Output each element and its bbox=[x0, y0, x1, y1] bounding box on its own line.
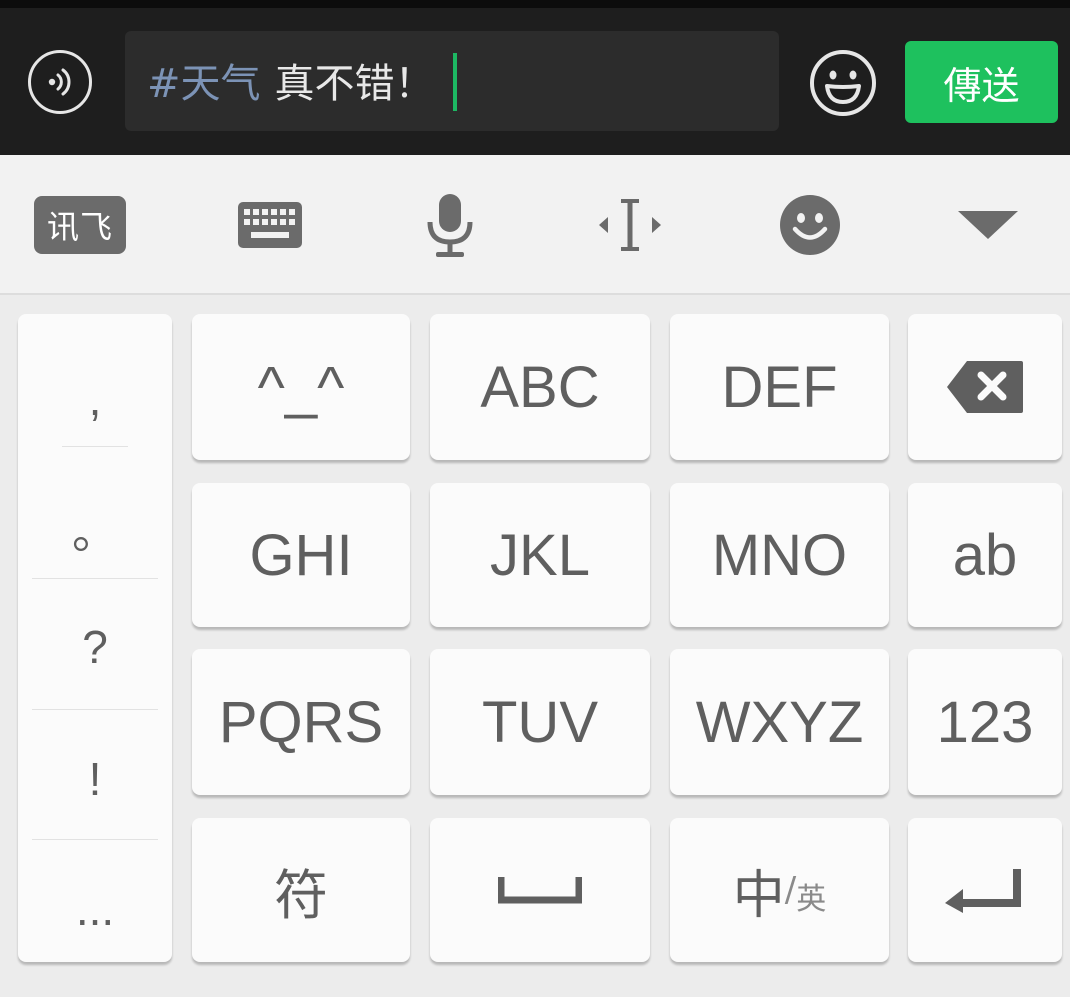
key-def[interactable]: DEF bbox=[670, 314, 889, 460]
backspace-key[interactable] bbox=[908, 314, 1062, 460]
voice-input-button[interactable] bbox=[420, 155, 480, 295]
lang-chinese-label: 中 bbox=[732, 865, 785, 926]
ime-brand-logo: 讯飞 bbox=[34, 196, 126, 254]
key-wxyz[interactable]: WXYZ bbox=[670, 649, 889, 795]
smiley-face-icon bbox=[810, 50, 876, 116]
microphone-icon bbox=[427, 194, 473, 257]
message-text: 真不错！ bbox=[274, 61, 435, 107]
enter-key[interactable] bbox=[908, 818, 1062, 962]
ime-brand-button[interactable]: 讯飞 bbox=[34, 155, 126, 295]
send-button[interactable]: 傳送 bbox=[905, 41, 1058, 123]
message-input[interactable]: #天气 真不错！ bbox=[125, 31, 779, 131]
punct-ellipsis-key[interactable]: ... bbox=[18, 854, 172, 964]
punctuation-column: , 。 ? ! ... bbox=[18, 314, 172, 962]
keyboard-icon bbox=[238, 202, 302, 248]
key-pqrs[interactable]: PQRS bbox=[192, 649, 410, 795]
key-mno[interactable]: MNO bbox=[670, 483, 889, 627]
punct-divider bbox=[32, 839, 158, 840]
voice-wave-icon bbox=[48, 68, 71, 96]
message-input-text: #天气 真不错！ bbox=[147, 53, 457, 115]
language-switch-key[interactable]: 中 / 英 bbox=[670, 818, 889, 962]
hashtag-text: #天气 bbox=[147, 61, 261, 107]
symbol-key[interactable]: 符 bbox=[192, 818, 410, 962]
punct-divider bbox=[32, 578, 158, 579]
punct-exclaim-key[interactable]: ! bbox=[18, 724, 172, 834]
punct-period-key[interactable]: 。 bbox=[18, 474, 172, 584]
text-caret bbox=[452, 53, 457, 111]
space-bar-icon bbox=[498, 877, 582, 904]
enter-return-icon bbox=[945, 869, 1021, 913]
cursor-move-icon bbox=[599, 199, 661, 251]
key-tuv[interactable]: TUV bbox=[430, 649, 650, 795]
emoji-face-icon bbox=[780, 195, 840, 255]
space-key[interactable] bbox=[430, 818, 650, 962]
key-number-mode[interactable]: 123 bbox=[908, 649, 1062, 795]
punct-question-key[interactable]: ? bbox=[18, 592, 172, 702]
emoji-panel-button[interactable] bbox=[778, 155, 842, 295]
punct-comma-key[interactable]: , bbox=[18, 344, 172, 454]
key-jkl[interactable]: JKL bbox=[430, 483, 650, 627]
key-letter-mode[interactable]: ab bbox=[908, 483, 1062, 627]
cursor-move-button[interactable] bbox=[596, 155, 664, 295]
ime-toolbar: 讯飞 bbox=[0, 155, 1070, 295]
kaomoji-key[interactable]: ^_^ bbox=[192, 314, 410, 460]
punct-divider bbox=[32, 709, 158, 710]
lang-english-label: 英 bbox=[796, 882, 827, 917]
collapse-keyboard-button[interactable] bbox=[956, 155, 1020, 295]
backspace-icon bbox=[947, 361, 1023, 413]
voice-button[interactable] bbox=[28, 50, 92, 114]
key-ghi[interactable]: GHI bbox=[192, 483, 410, 627]
key-abc[interactable]: ABC bbox=[430, 314, 650, 460]
chat-input-bar: #天气 真不错！ 傳送 bbox=[0, 0, 1070, 155]
emoji-button[interactable] bbox=[808, 48, 878, 118]
keyboard-switch-button[interactable] bbox=[236, 155, 304, 295]
status-strip bbox=[0, 0, 1070, 8]
punct-divider bbox=[62, 446, 128, 447]
lang-separator: / bbox=[784, 870, 797, 910]
collapse-triangle-icon bbox=[958, 211, 1018, 239]
